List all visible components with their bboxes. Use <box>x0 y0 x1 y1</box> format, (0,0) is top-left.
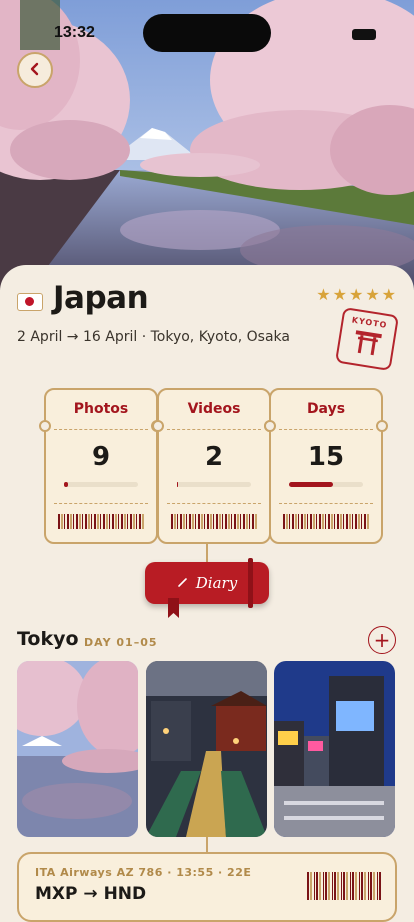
star-icon: ★ <box>381 285 396 304</box>
progress-fill <box>289 482 334 487</box>
ticket-value: 2 <box>204 442 224 472</box>
photo-cherry-blossom-river[interactable] <box>17 661 138 837</box>
barcode <box>283 514 369 529</box>
ticket-value: 9 <box>91 442 111 472</box>
rating-stars: ★ ★ ★ ★ ★ <box>316 286 396 304</box>
barcode <box>307 872 381 900</box>
kyoto-stamp: KYOTO <box>334 306 400 372</box>
dynamic-island <box>143 14 271 52</box>
barcode <box>171 514 257 529</box>
stamp-label: KYOTO <box>351 315 388 330</box>
status-time: 13:32 <box>54 24 95 41</box>
star-icon: ★ <box>348 285 364 304</box>
chevron-left-icon <box>28 61 42 80</box>
barcode <box>58 514 144 529</box>
japan-flag-icon <box>17 293 43 311</box>
progress-fill <box>177 482 179 487</box>
ticket-label: Videos <box>187 401 241 417</box>
flight-card[interactable]: ITA Airways AZ 786 · 13:55 · 22E MXP → H… <box>17 852 397 922</box>
progress-track <box>177 482 251 487</box>
star-icon: ★ <box>365 285 380 304</box>
flight-info: ITA Airways AZ 786 · 13:55 · 22E <box>35 866 252 879</box>
add-button[interactable]: + <box>368 626 396 654</box>
progress-track <box>289 482 363 487</box>
battery-icon <box>352 29 376 40</box>
trip-title: Japan <box>53 280 149 316</box>
ticket-label: Photos <box>73 401 129 417</box>
pencil-icon <box>177 574 188 592</box>
plus-icon: + <box>373 628 391 652</box>
photos-ticket[interactable]: Photos 9 <box>39 388 163 544</box>
diary-strap <box>248 558 253 608</box>
ticket-value: 15 <box>307 442 345 472</box>
star-icon: ★ <box>332 285 347 304</box>
section-title: Tokyo <box>17 628 79 650</box>
star-icon: ★ <box>316 285 331 304</box>
ticket-label: Days <box>306 401 346 417</box>
diary-button[interactable]: Diary <box>145 558 269 618</box>
flight-route: MXP → HND <box>35 884 147 904</box>
progress-track <box>64 482 138 487</box>
progress-fill <box>64 482 68 487</box>
days-ticket[interactable]: Days 15 <box>264 388 388 544</box>
trip-dates-cities: 2 April → 16 April · Tokyo, Kyoto, Osaka <box>17 329 290 345</box>
section-days: DAY 01–05 <box>84 636 158 649</box>
torii-icon <box>355 330 382 356</box>
back-button[interactable] <box>17 52 53 88</box>
diary-label: Diary <box>195 574 238 592</box>
connector-line <box>206 837 208 853</box>
videos-ticket[interactable]: Videos 2 <box>152 388 276 544</box>
photo-asakusa-street-night[interactable] <box>146 661 267 837</box>
photo-shibuya-crossing[interactable] <box>274 661 395 837</box>
